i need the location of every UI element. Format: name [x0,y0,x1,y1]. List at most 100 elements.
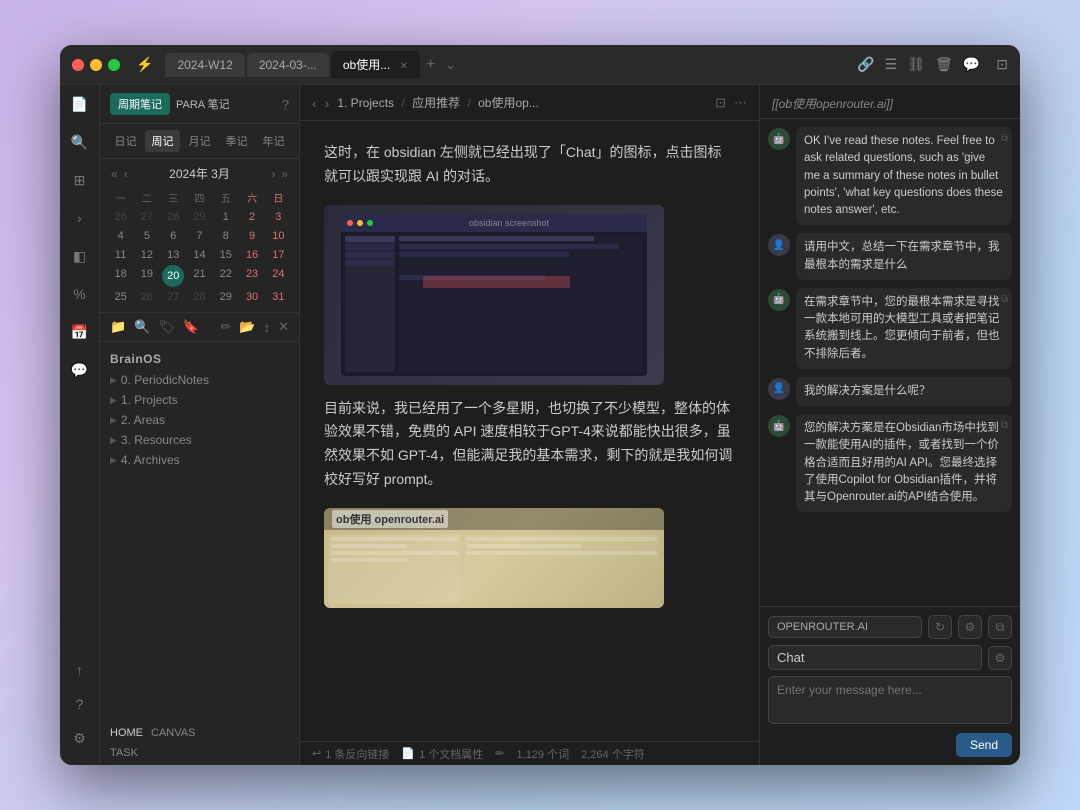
trash-icon[interactable]: 🗑 [935,56,953,73]
tree-item-areas[interactable]: ▶ 2. Areas [100,410,299,430]
cal-day-28-next[interactable]: 28 [187,288,212,306]
link-icon[interactable]: 🔗 [857,56,874,73]
chain-icon[interactable]: ⛓ [907,56,925,73]
refresh-icon[interactable]: ↻ [928,615,952,639]
cal-prev-prev[interactable]: « [108,167,121,181]
cal-day-19[interactable]: 19 [134,265,159,287]
model-select[interactable]: OPENROUTER.AI [768,616,922,638]
cal-day-24[interactable]: 24 [266,265,291,287]
cal-day-22[interactable]: 22 [213,265,238,287]
tree-item-archives[interactable]: ▶ 4. Archives [100,450,299,470]
send-button[interactable]: Send [956,733,1012,757]
speech-icon[interactable]: 💬 [963,56,980,73]
periodic-notes-button[interactable]: 周期笔记 [110,93,170,115]
cal-prev[interactable]: ‹ [121,167,131,181]
cal-day-27-next[interactable]: 27 [161,288,186,306]
cal-day-5[interactable]: 5 [134,227,159,245]
cal-day-2[interactable]: 2 [239,208,264,226]
cal-day-26-next[interactable]: 26 [134,288,159,306]
cal-next-next[interactable]: » [278,167,291,181]
cal-day-15[interactable]: 15 [213,246,238,264]
cal-day-20-wrapper[interactable]: 20 [161,265,186,287]
cal-day-13[interactable]: 13 [161,246,186,264]
sidebar-icon-settings[interactable]: ⚙ [69,727,91,749]
sidebar-icon-file[interactable]: 📄 [69,93,91,115]
add-tab-button[interactable]: + [422,56,439,74]
sidebar-icon-calendar[interactable]: 📅 [69,321,91,343]
tree-item-periodic[interactable]: ▶ 0. PeriodicNotes [100,370,299,390]
cal-day-23[interactable]: 23 [239,265,264,287]
cal-day-16[interactable]: 16 [239,246,264,264]
list-icon[interactable]: ☰ [885,56,898,73]
cal-day-30[interactable]: 30 [239,288,264,306]
close-button[interactable] [72,59,84,71]
tree-item-resources[interactable]: ▶ 3. Resources [100,430,299,450]
tags-icon[interactable]: 🏷 [158,319,175,335]
tab-date[interactable]: 2024-03-... [247,53,329,77]
chat-label-input[interactable]: Chat [768,645,982,670]
cal-next[interactable]: › [268,167,278,181]
sidebar-icon-search[interactable]: 🔍 [69,131,91,153]
minimize-button[interactable] [90,59,102,71]
bookmark-icon[interactable]: 🔖 [183,319,199,335]
tab-yearly[interactable]: 年记 [256,130,291,152]
editor-forward-button[interactable]: › [325,95,330,111]
search-icon[interactable]: 🔍 [134,319,150,335]
cal-day-21[interactable]: 21 [187,265,212,287]
cal-day-28-prev[interactable]: 28 [161,208,186,226]
more-options-icon[interactable]: ⋯ [734,95,747,111]
cal-day-18[interactable]: 18 [108,265,133,287]
cal-day-14[interactable]: 14 [187,246,212,264]
tab-monthly[interactable]: 月记 [182,130,217,152]
tab-week[interactable]: 2024-W12 [165,53,244,77]
chat-label-settings-icon[interactable]: ⚙ [988,646,1012,670]
tree-item-projects[interactable]: ▶ 1. Projects [100,390,299,410]
sidebar-icon-percent[interactable]: % [69,283,91,305]
new-folder-icon[interactable]: 📂 [239,319,255,335]
folder-icon[interactable]: 📁 [110,319,126,335]
sidebar-icon-upload[interactable]: ↑ [69,659,91,681]
cal-day-26-prev[interactable]: 26 [108,208,133,226]
cal-day-1[interactable]: 1 [213,208,238,226]
cal-day-today[interactable]: 20 [162,265,184,287]
reading-view-icon[interactable]: ⊡ [715,95,726,111]
cal-day-10[interactable]: 10 [266,227,291,245]
cal-day-8[interactable]: 8 [213,227,238,245]
task-label[interactable]: TASK [100,745,299,765]
sidebar-icon-layers[interactable]: ◧ [69,245,91,267]
maximize-button[interactable] [108,59,120,71]
cal-day-4[interactable]: 4 [108,227,133,245]
cal-day-31[interactable]: 31 [266,288,291,306]
tab-weekly[interactable]: 周记 [145,130,180,152]
chat-message-input[interactable] [768,676,1012,724]
model-settings-icon[interactable]: ⚙ [958,615,982,639]
sidebar-icon-help[interactable]: ? [69,693,91,715]
cal-day-11[interactable]: 11 [108,246,133,264]
cal-day-27-prev[interactable]: 27 [134,208,159,226]
cal-day-29-prev[interactable]: 29 [187,208,212,226]
tab-diary[interactable]: 日记 [108,130,143,152]
help-icon[interactable]: ? [282,97,289,112]
tab-close-icon[interactable]: ✕ [400,61,408,72]
sort-icon[interactable]: ↕ [264,320,271,335]
cal-day-29[interactable]: 29 [213,288,238,306]
cal-day-25[interactable]: 25 [108,288,133,306]
home-link[interactable]: HOME [110,727,143,739]
copy-model-icon[interactable]: ⧉ [988,615,1012,639]
cal-day-12[interactable]: 12 [134,246,159,264]
copy-button-5[interactable]: ⧉ [1001,418,1008,433]
cal-day-6[interactable]: 6 [161,227,186,245]
cal-day-17[interactable]: 17 [266,246,291,264]
copy-button-3[interactable]: ⧉ [1001,292,1008,307]
para-notes-button[interactable]: PARA 笔记 [176,96,230,112]
close-panel-icon[interactable]: ✕ [278,319,289,335]
layout-icon[interactable]: ⊡ [996,56,1008,73]
sidebar-icon-chat[interactable]: 💬 [69,359,91,381]
new-file-icon[interactable]: ✏ [221,319,232,335]
tab-ob[interactable]: ob使用... ✕ [331,51,420,78]
tab-quarterly[interactable]: 季记 [219,130,254,152]
cal-day-7[interactable]: 7 [187,227,212,245]
tab-dropdown-icon[interactable]: ⌄ [441,57,460,73]
copy-button-1[interactable]: ⧉ [1001,131,1008,146]
sidebar-icon-grid[interactable]: ⊞ [69,169,91,191]
